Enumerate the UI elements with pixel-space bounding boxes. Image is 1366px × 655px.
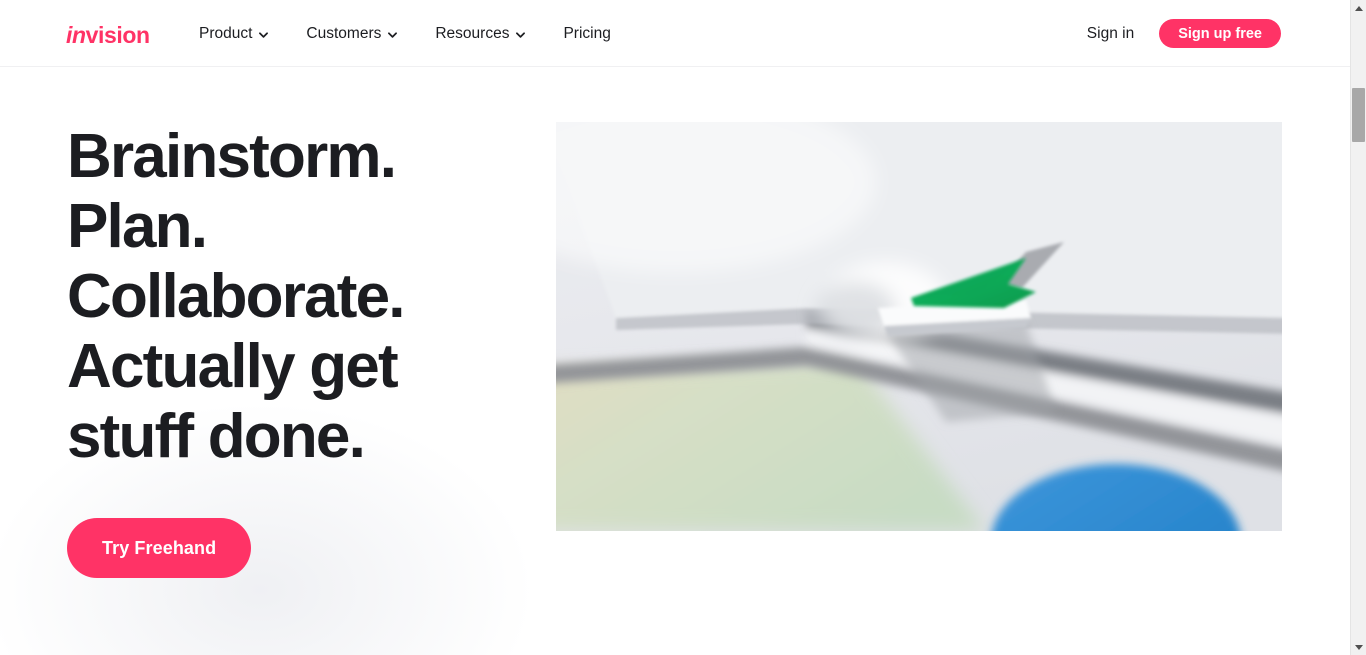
browser-viewport: invision Product Customers Resources Pri… — [0, 0, 1350, 655]
hero-heading-line: Actually get — [67, 332, 399, 401]
scroll-up-arrow-icon[interactable] — [1351, 0, 1366, 16]
hero-section: Brainstorm. Plan. Collaborate. Actually … — [0, 67, 1350, 655]
hero-heading-line: Plan. — [67, 192, 208, 261]
logo-suffix: vision — [85, 22, 150, 48]
hero-artwork — [556, 122, 1282, 531]
hero-heading-line: Collaborate. — [67, 262, 405, 331]
nav-item-product[interactable]: Product — [199, 24, 269, 44]
nav-item-pricing-label: Pricing — [563, 24, 611, 42]
hero-media-image — [556, 122, 1282, 531]
vertical-scrollbar[interactable] — [1350, 0, 1366, 655]
hero-copy: Brainstorm. Plan. Collaborate. Actually … — [67, 122, 537, 578]
nav-item-pricing[interactable]: Pricing — [563, 24, 610, 44]
invision-logo[interactable]: invision — [66, 22, 150, 48]
scroll-up-arrow-glyph — [1354, 5, 1363, 11]
header-actions: Sign in Sign up free — [1087, 0, 1281, 67]
chevron-down-icon — [388, 31, 398, 38]
chevron-down-icon — [259, 31, 269, 38]
hero-heading: Brainstorm. Plan. Collaborate. Actually … — [67, 122, 537, 472]
scroll-down-arrow-glyph — [1354, 644, 1363, 650]
logo-prefix: in — [66, 22, 86, 48]
try-freehand-button[interactable]: Try Freehand — [67, 518, 252, 578]
sign-in-link[interactable]: Sign in — [1087, 25, 1134, 43]
nav-item-resources[interactable]: Resources — [435, 24, 526, 44]
hero-heading-line: Brainstorm. — [67, 122, 397, 191]
site-header: invision Product Customers Resources Pri… — [0, 0, 1350, 67]
nav-item-product-label: Product — [199, 24, 253, 42]
primary-navigation: Product Customers Resources Pricing — [199, 0, 611, 67]
sign-up-free-button[interactable]: Sign up free — [1159, 19, 1281, 48]
nav-item-customers[interactable]: Customers — [306, 24, 398, 44]
scrollbar-thumb[interactable] — [1352, 88, 1365, 142]
nav-item-resources-label: Resources — [435, 24, 510, 42]
scroll-down-arrow-icon[interactable] — [1351, 639, 1366, 655]
hero-heading-line: stuff done. — [67, 402, 366, 471]
chevron-down-icon — [516, 31, 526, 38]
nav-item-customers-label: Customers — [306, 24, 382, 42]
